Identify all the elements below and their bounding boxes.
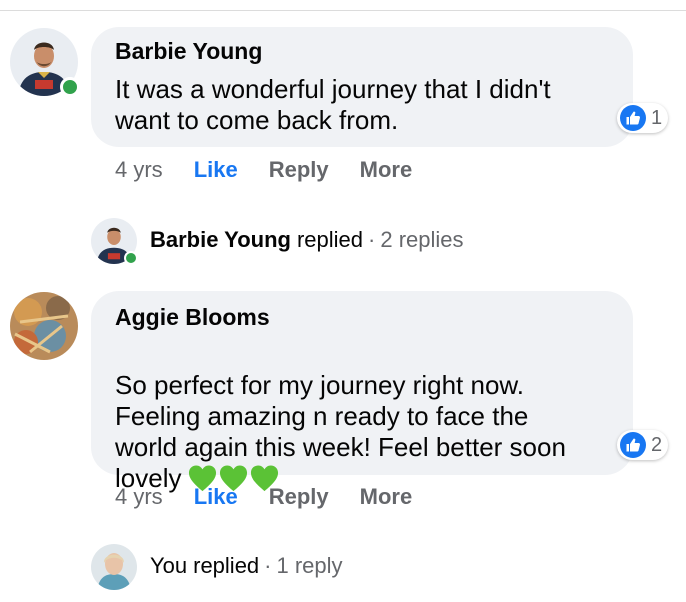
thumbs-up-icon (620, 105, 646, 131)
reaction-count: 2 (651, 433, 663, 456)
thumbs-up-icon (620, 432, 646, 458)
separator: · (368, 227, 376, 252)
online-status-indicator (60, 77, 80, 97)
like-button[interactable]: Like (194, 484, 238, 510)
reply-avatar (91, 544, 137, 590)
reaction-summary[interactable]: 1 (617, 103, 669, 133)
reaction-summary[interactable]: 2 (617, 430, 669, 460)
view-replies-link[interactable]: Barbie Young replied · 2 replies (150, 227, 464, 253)
view-replies-link[interactable]: You replied · 1 reply (150, 553, 343, 579)
avatar-aggie-blooms[interactable] (10, 292, 78, 360)
separator: · (264, 553, 272, 578)
online-status-indicator (124, 251, 138, 265)
comment-text: So perfect for my journey right now. Fee… (115, 339, 620, 500)
comment-text: It was a wonderful journey that I didn't… (115, 74, 551, 135)
top-divider (0, 0, 686, 11)
reaction-count: 1 (651, 106, 663, 129)
comment-actions: 4 yrs Like Reply More (115, 484, 412, 510)
reply-author: Barbie Young (150, 227, 291, 252)
reply-author: You (150, 553, 188, 578)
reply-count: 2 replies (380, 227, 464, 252)
comment-author[interactable]: Barbie Young (115, 38, 262, 65)
like-button[interactable]: Like (194, 157, 238, 183)
comment-actions: 4 yrs Like Reply More (115, 157, 412, 183)
reply-button[interactable]: Reply (269, 157, 329, 183)
more-button[interactable]: More (360, 157, 413, 183)
replied-label: replied (296, 227, 364, 252)
replied-label: replied (193, 553, 260, 578)
reply-count: 1 reply (276, 553, 343, 578)
reply-button[interactable]: Reply (269, 484, 329, 510)
comment-author[interactable]: Aggie Blooms (115, 304, 270, 331)
comment-text-body: So perfect for my journey right now. Fee… (115, 370, 566, 493)
comment-timestamp[interactable]: 4 yrs (115, 484, 163, 510)
more-button[interactable]: More (360, 484, 413, 510)
comment-timestamp[interactable]: 4 yrs (115, 157, 163, 183)
